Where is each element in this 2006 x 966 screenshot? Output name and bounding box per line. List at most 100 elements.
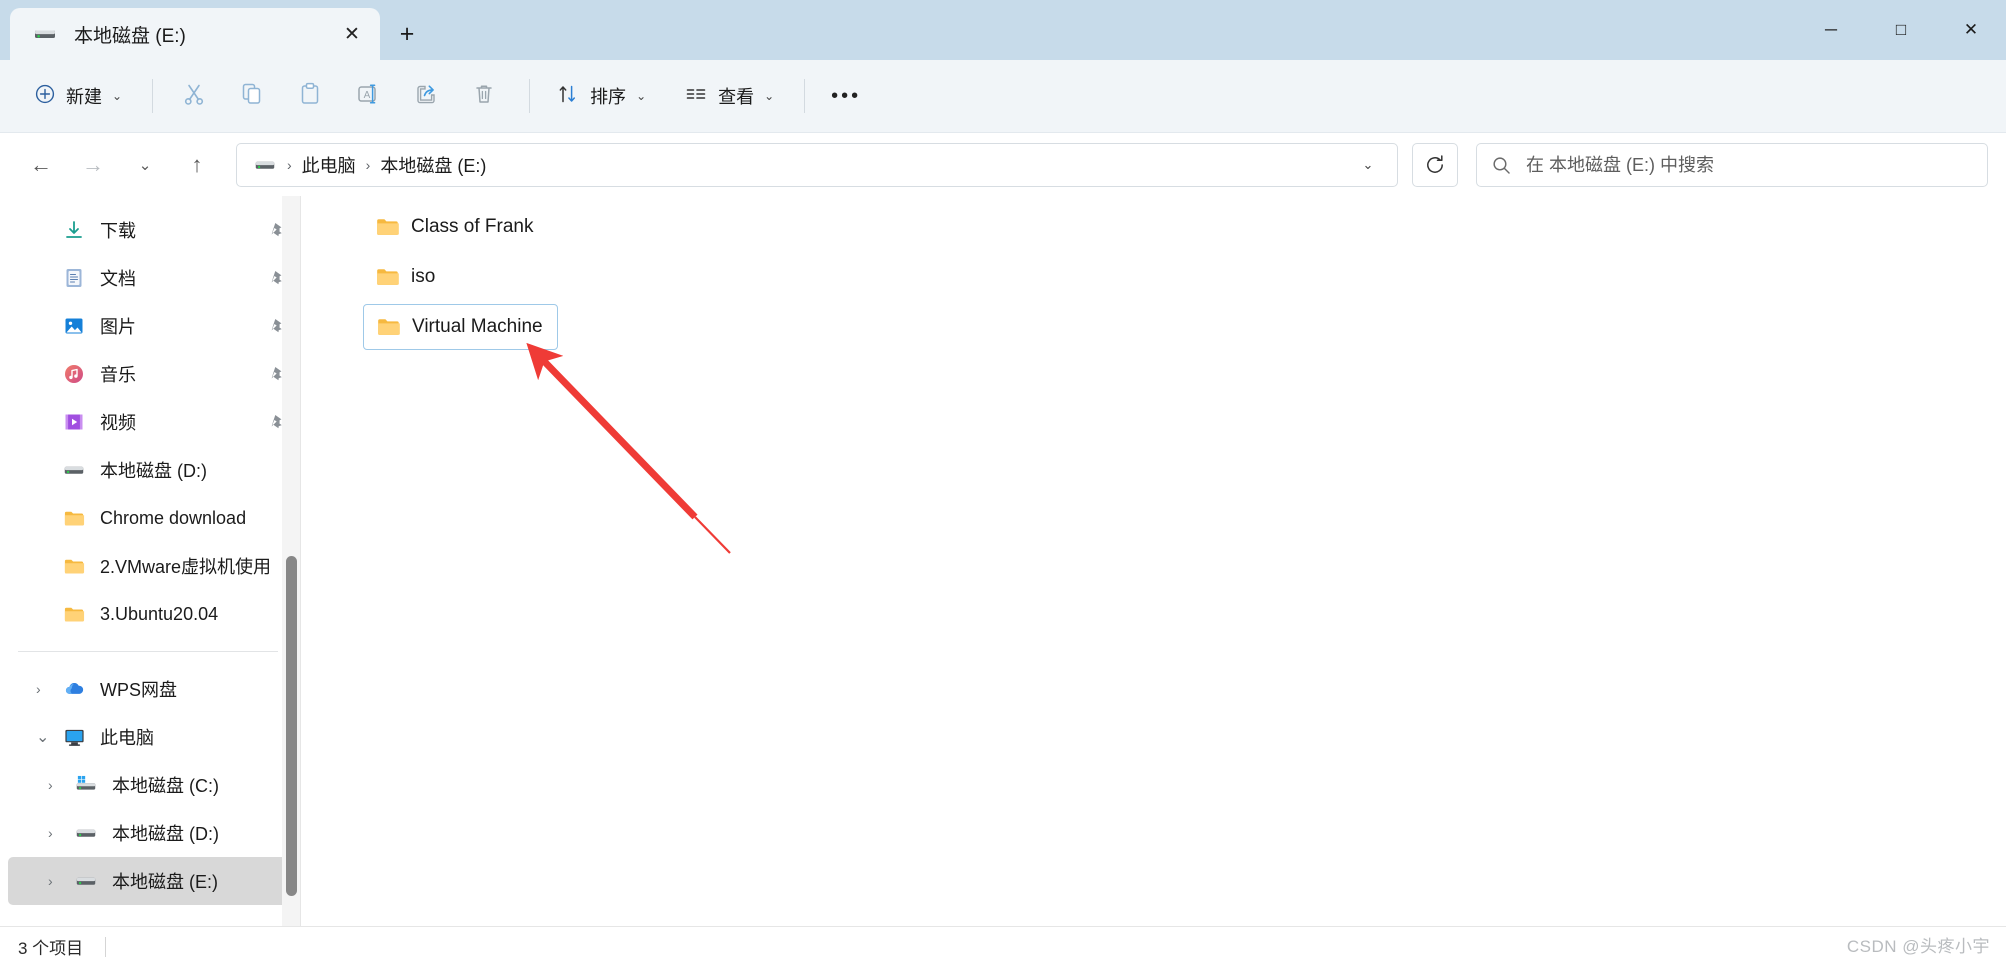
sidebar-item-local-disk-d[interactable]: › 本地磁盘 (D:) (8, 809, 294, 857)
back-button[interactable]: ← (18, 143, 64, 187)
close-button[interactable]: ✕ (1936, 0, 2006, 60)
sidebar-item-ubuntu-folder[interactable]: › 3.Ubuntu20.04 (8, 590, 294, 638)
tab-local-disk-e[interactable]: 本地磁盘 (E:) ✕ (10, 8, 380, 60)
sidebar-item-documents[interactable]: › 文档 (8, 254, 294, 302)
chevron-down-icon: ⌄ (112, 89, 123, 103)
chevron-right-icon[interactable]: › (36, 681, 62, 697)
sidebar-item-label: 图片 (100, 317, 136, 337)
sidebar-scrollbar-thumb[interactable] (286, 556, 297, 896)
pc-icon (62, 725, 86, 749)
search-icon (1491, 155, 1512, 176)
cut-button[interactable] (167, 73, 221, 119)
toolbar-divider-1 (152, 79, 154, 113)
file-list-item: Virtual Machine (301, 304, 2006, 354)
sidebar-item-label: 本地磁盘 (E:) (112, 872, 218, 892)
ellipsis-icon: ••• (831, 85, 862, 107)
file-row-focused[interactable]: Virtual Machine (363, 304, 558, 350)
rename-button[interactable]: A (341, 73, 395, 119)
windows-drive-icon (74, 773, 98, 797)
share-button[interactable] (399, 73, 453, 119)
sidebar-item-label: 3.Ubuntu20.04 (100, 603, 219, 624)
sort-icon (556, 82, 580, 111)
toolbar-divider-3 (804, 79, 806, 113)
new-button-label: 新建 (66, 87, 102, 107)
sidebar-item-local-disk-e[interactable]: › 本地磁盘 (E:) (8, 857, 294, 905)
forward-button[interactable]: → (70, 143, 116, 187)
chevron-right-icon[interactable]: › (48, 777, 74, 793)
drive-icon (32, 21, 58, 47)
sidebar-item-local-disk-d-quick[interactable]: › 本地磁盘 (D:) (8, 446, 294, 494)
sidebar-item-wps-cloud[interactable]: › WPS网盘 (8, 665, 294, 713)
breadcrumb-item-this-pc[interactable]: 此电脑 (294, 148, 364, 182)
file-explorer-window: 本地磁盘 (E:) ✕ + ─ □ ✕ 新建 ⌄ A 排序 ⌄ 查看 ⌄ •••… (0, 0, 2006, 966)
search-box[interactable] (1476, 143, 1988, 187)
command-bar: 新建 ⌄ A 排序 ⌄ 查看 ⌄ ••• (0, 60, 2006, 133)
new-tab-button[interactable]: + (380, 8, 434, 60)
breadcrumb-separator: › (365, 157, 371, 173)
view-button[interactable]: 查看 ⌄ (672, 73, 786, 119)
sidebar-item-local-disk-c[interactable]: › 本地磁盘 (C:) (8, 761, 294, 809)
svg-text:A: A (364, 90, 371, 101)
sidebar-item-music[interactable]: › 音乐 (8, 350, 294, 398)
new-button[interactable]: 新建 ⌄ (22, 73, 134, 119)
breadcrumb-separator: › (287, 157, 292, 173)
maximize-button[interactable]: □ (1866, 0, 1936, 60)
toolbar-divider-2 (529, 79, 531, 113)
sidebar-item-label: 本地磁盘 (D:) (112, 824, 219, 844)
paste-button[interactable] (283, 73, 337, 119)
rename-icon: A (355, 81, 381, 112)
sidebar-item-videos[interactable]: › 视频 (8, 398, 294, 446)
navigation-pane[interactable]: › 下载 › (0, 196, 300, 926)
sidebar-item-pictures[interactable]: › 图片 (8, 302, 294, 350)
folder-icon (62, 554, 86, 578)
chevron-right-icon[interactable]: › (48, 825, 74, 841)
view-button-label: 查看 (718, 87, 755, 107)
cloud-icon (62, 677, 86, 701)
folder-icon (375, 264, 401, 290)
pictures-icon (62, 314, 86, 338)
delete-button[interactable] (457, 73, 511, 119)
documents-icon (62, 266, 86, 290)
drive-icon (253, 153, 277, 177)
file-row[interactable]: Class of Frank (363, 204, 547, 250)
share-icon (413, 81, 439, 112)
file-name: iso (411, 266, 436, 287)
sidebar-item-label: 文档 (100, 269, 136, 289)
up-button[interactable]: ↑ (174, 143, 220, 187)
sidebar-item-label: 下载 (100, 221, 136, 241)
refresh-icon (1427, 155, 1443, 173)
chevron-right-icon[interactable]: › (48, 873, 74, 889)
sidebar-item-label: 本地磁盘 (D:) (100, 461, 207, 481)
minimize-button[interactable]: ─ (1796, 0, 1866, 60)
file-list-pane[interactable]: Class of Frank iso Virtual Machine (301, 196, 2006, 926)
sidebar-item-label: WPS网盘 (100, 680, 178, 700)
sidebar-scrollbar[interactable] (282, 196, 300, 926)
folder-icon (62, 506, 86, 530)
view-list-icon (684, 82, 708, 111)
file-row[interactable]: iso (363, 254, 449, 300)
breadcrumb[interactable]: › 此电脑 › 本地磁盘 (E:) ⌄ (236, 143, 1398, 187)
tab-strip: 本地磁盘 (E:) ✕ + (0, 0, 434, 60)
sidebar-item-vmware-folder[interactable]: › 2.VMware虚拟机使用 (8, 542, 294, 590)
more-options-button[interactable]: ••• (819, 73, 873, 119)
folder-icon (375, 214, 401, 240)
chevron-down-icon: ⌄ (636, 89, 647, 103)
sidebar-item-chrome-download[interactable]: › Chrome download (8, 494, 294, 542)
breadcrumb-item-local-disk-e[interactable]: 本地磁盘 (E:) (372, 148, 494, 182)
recent-locations-button[interactable]: ⌄ (122, 143, 168, 187)
refresh-button[interactable] (1412, 143, 1458, 187)
tab-close-icon[interactable]: ✕ (332, 14, 372, 54)
videos-icon (62, 410, 86, 434)
sidebar-item-downloads[interactable]: › 下载 (8, 206, 294, 254)
breadcrumb-dropdown-icon[interactable]: ⌄ (1349, 146, 1387, 184)
sidebar-item-label: 2.VMware虚拟机使用 (100, 557, 272, 577)
music-icon (62, 362, 86, 386)
chevron-down-icon[interactable]: ⌄ (36, 727, 62, 747)
status-bar: 3 个项目 (0, 926, 2006, 966)
sidebar-item-this-pc[interactable]: ⌄ 此电脑 (8, 713, 294, 761)
folder-icon (376, 314, 402, 340)
search-input[interactable] (1526, 154, 1973, 176)
sidebar-item-label: Chrome download (100, 507, 247, 528)
sort-button[interactable]: 排序 ⌄ (544, 73, 658, 119)
copy-button[interactable] (225, 73, 279, 119)
